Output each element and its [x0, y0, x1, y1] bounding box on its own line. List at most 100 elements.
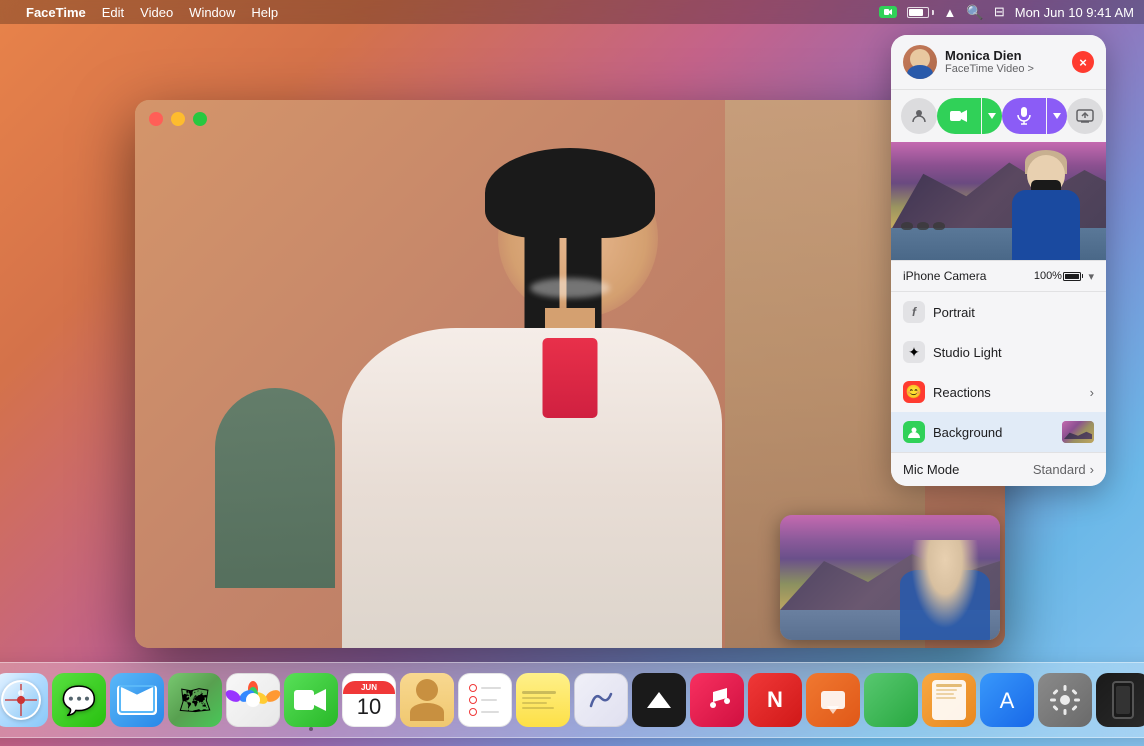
facetime-window — [135, 100, 1005, 648]
control-panel: Monica Dien FaceTime Video > × — [891, 35, 1106, 486]
self-preview-video — [780, 515, 1000, 640]
video-on-button[interactable] — [937, 98, 981, 134]
menubar-time: Mon Jun 10 9:41 AM — [1015, 5, 1134, 20]
video-dropdown-button[interactable] — [982, 98, 1002, 134]
mic-dropdown-button[interactable] — [1047, 98, 1067, 134]
dock-icon-messages[interactable]: 💬 — [52, 673, 106, 727]
wifi-icon: ▲ — [944, 5, 957, 20]
smile-highlight — [530, 278, 610, 298]
dock-icon-news[interactable]: N — [748, 673, 802, 727]
mic-mode-row[interactable]: Mic Mode Standard › — [891, 452, 1106, 486]
camera-row[interactable]: iPhone Camera 100% ▾ — [891, 261, 1106, 291]
dock-icon-keynote[interactable] — [806, 673, 860, 727]
contact-name: Monica Dien — [945, 48, 1034, 64]
reactions-label: Reactions — [933, 385, 1090, 400]
camera-label: iPhone Camera — [903, 269, 986, 283]
caller-stones — [901, 222, 945, 230]
caller-shirt — [1012, 190, 1080, 260]
menubar-video[interactable]: Video — [140, 5, 173, 20]
dock-icon-pages[interactable] — [922, 673, 976, 727]
contact-info: Monica Dien FaceTime Video > — [945, 48, 1034, 77]
people-button[interactable] — [901, 98, 937, 134]
chair — [215, 388, 335, 588]
dock-icon-calendar[interactable]: JUN 10 — [342, 673, 396, 727]
window-traffic-lights — [149, 112, 207, 126]
preview-person-face — [905, 540, 985, 640]
caller-video-thumbnail — [891, 142, 1106, 260]
panel-close-button[interactable]: × — [1072, 51, 1094, 73]
menubar-right: ▲ 🔍 ⊟ Mon Jun 10 9:41 AM — [879, 4, 1134, 21]
hair-top — [485, 148, 655, 238]
panel-header: Monica Dien FaceTime Video > × — [891, 35, 1106, 89]
dock-icon-appletv[interactable] — [632, 673, 686, 727]
menu-item-reactions[interactable]: 😊 Reactions › — [891, 372, 1106, 412]
mic-mode-arrow: › — [1090, 462, 1094, 477]
menubar-edit[interactable]: Edit — [102, 5, 124, 20]
camera-panel: iPhone Camera 100% ▾ f Portrait — [891, 260, 1106, 486]
camera-info: 100% ▾ — [1034, 270, 1094, 283]
facetime-active-dot — [309, 727, 313, 731]
dock-icon-safari[interactable] — [0, 673, 48, 727]
dock-icon-contacts[interactable] — [400, 673, 454, 727]
svg-text:A: A — [1000, 688, 1015, 713]
dock-icon-facetime[interactable] — [284, 673, 338, 727]
menubar-help[interactable]: Help — [251, 5, 278, 20]
camera-chevron: ▾ — [1088, 270, 1094, 283]
menubar-left: FaceTime Edit Video Window Help — [10, 5, 278, 20]
mic-button-group[interactable] — [1002, 98, 1067, 134]
reactions-icon: 😊 — [903, 381, 925, 403]
contact-subtitle: FaceTime Video > — [945, 63, 1034, 76]
shirt — [342, 328, 722, 648]
close-button[interactable] — [149, 112, 163, 126]
mic-mode-label: Mic Mode — [903, 462, 1033, 477]
portrait-icon: f — [903, 301, 925, 323]
mic-mode-value: Standard — [1033, 462, 1086, 477]
menubar-app-name[interactable]: FaceTime — [26, 5, 86, 20]
avatar-body — [907, 65, 933, 79]
background-label: Background — [933, 425, 1062, 440]
dock: 🙂 — [0, 662, 1144, 738]
studio-light-label: Studio Light — [933, 345, 1094, 360]
menu-item-studio-light[interactable]: ✦ Studio Light — [891, 332, 1106, 372]
facetime-status-indicator — [879, 6, 897, 18]
menu-items-list: f Portrait ✦ Studio Light 😊 Reactions › — [891, 291, 1106, 452]
control-buttons-row — [891, 89, 1106, 142]
reactions-arrow: › — [1090, 385, 1094, 400]
battery-indicator — [907, 7, 934, 18]
contact-avatar — [903, 45, 937, 79]
calendar-month: JUN — [343, 681, 395, 694]
dock-icon-iphone-mirroring[interactable] — [1096, 673, 1144, 727]
share-screen-button[interactable] — [1067, 98, 1103, 134]
dock-icon-reminders[interactable] — [458, 673, 512, 727]
mic-on-button[interactable] — [1002, 98, 1046, 134]
caller-person — [1006, 150, 1086, 260]
battery-percent: 100% — [1034, 270, 1062, 282]
minimize-button[interactable] — [171, 112, 185, 126]
panel-header-left: Monica Dien FaceTime Video > — [903, 45, 1034, 79]
menu-item-background[interactable]: Background — [891, 412, 1106, 452]
dock-icon-freeform[interactable] — [574, 673, 628, 727]
dock-icon-system-preferences[interactable] — [1038, 673, 1092, 727]
dock-icon-appstore[interactable]: A — [980, 673, 1034, 727]
dock-icon-maps[interactable]: 🗺 — [168, 673, 222, 727]
dock-icon-notes[interactable] — [516, 673, 570, 727]
menu-item-portrait[interactable]: f Portrait — [891, 292, 1106, 332]
dock-icon-music[interactable] — [690, 673, 744, 727]
background-icon — [903, 421, 925, 443]
studio-light-icon: ✦ — [903, 341, 925, 363]
menubar: FaceTime Edit Video Window Help ▲ 🔍 ⊟ Mo… — [0, 0, 1144, 24]
video-button-group[interactable] — [937, 98, 1002, 134]
search-icon[interactable]: 🔍 — [966, 4, 983, 21]
dock-icon-numbers[interactable] — [864, 673, 918, 727]
control-center-icon[interactable]: ⊟ — [994, 4, 1005, 20]
main-video-area — [135, 100, 1005, 648]
dock-icon-mail[interactable] — [110, 673, 164, 727]
menubar-window[interactable]: Window — [189, 5, 235, 20]
calendar-day: 10 — [357, 694, 381, 720]
background-thumbnail — [1062, 421, 1094, 443]
maximize-button[interactable] — [193, 112, 207, 126]
portrait-label: Portrait — [933, 305, 1094, 320]
dock-icon-photos[interactable] — [226, 673, 280, 727]
turtleneck — [543, 338, 598, 418]
camera-battery: 100% — [1034, 270, 1084, 282]
